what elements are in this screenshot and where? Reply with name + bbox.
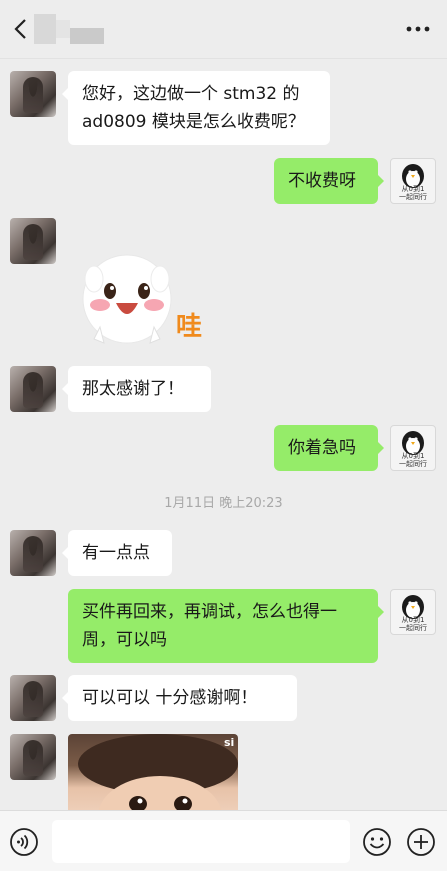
my-avatar[interactable]: 从0到1 一起同行 (390, 158, 436, 204)
contact-avatar[interactable] (10, 218, 56, 264)
sticker-caption: 哇 (176, 312, 202, 342)
message-bubble-incoming[interactable]: 可以可以 十分感谢啊！ (62, 675, 297, 721)
message-input[interactable] (52, 820, 350, 863)
image-message[interactable]: si (68, 734, 238, 810)
contact-avatar[interactable] (10, 366, 56, 412)
back-icon[interactable] (10, 16, 32, 42)
my-avatar[interactable]: 从0到1 一起同行 (390, 589, 436, 635)
more-icon[interactable] (403, 18, 433, 40)
input-bar (0, 810, 447, 871)
contact-avatar[interactable] (10, 675, 56, 721)
message-bubble-incoming[interactable]: 有一点点 (62, 530, 172, 576)
message-bubble-outgoing[interactable]: 你着急吗 (274, 425, 384, 471)
my-avatar[interactable]: 从0到1 一起同行 (390, 425, 436, 471)
image-watermark: si (224, 736, 234, 749)
contact-avatar[interactable] (10, 530, 56, 576)
chat-header (0, 0, 447, 59)
message-bubble-incoming[interactable]: 您好，这边做一个 stm32 的 ad0809 模块是怎么收费呢？ (62, 71, 330, 145)
plus-icon[interactable] (406, 827, 436, 857)
timestamp: 1月11日 晚上20:23 (164, 496, 283, 511)
message-bubble-incoming[interactable]: 那太感谢了！ (62, 366, 211, 412)
voice-icon[interactable] (9, 827, 39, 857)
avatar-caption: 从0到1 一起同行 (399, 616, 427, 632)
message-bubble-outgoing[interactable]: 买件再回来，再调试，怎么也得一 周，可以吗 (68, 589, 384, 663)
avatar-caption: 从0到1 一起同行 (399, 452, 427, 468)
chat-area[interactable]: 您好，这边做一个 stm32 的 ad0809 模块是怎么收费呢？ 不收费呀 从… (0, 58, 447, 810)
avatar-caption: 从0到1 一起同行 (399, 185, 427, 201)
contact-avatar[interactable] (10, 734, 56, 780)
contact-avatar[interactable] (10, 71, 56, 117)
sticker-image[interactable]: 哇 (72, 241, 212, 359)
emoji-icon[interactable] (362, 827, 392, 857)
message-bubble-outgoing[interactable]: 不收费呀 (274, 158, 384, 204)
chat-title-redacted (34, 14, 106, 44)
